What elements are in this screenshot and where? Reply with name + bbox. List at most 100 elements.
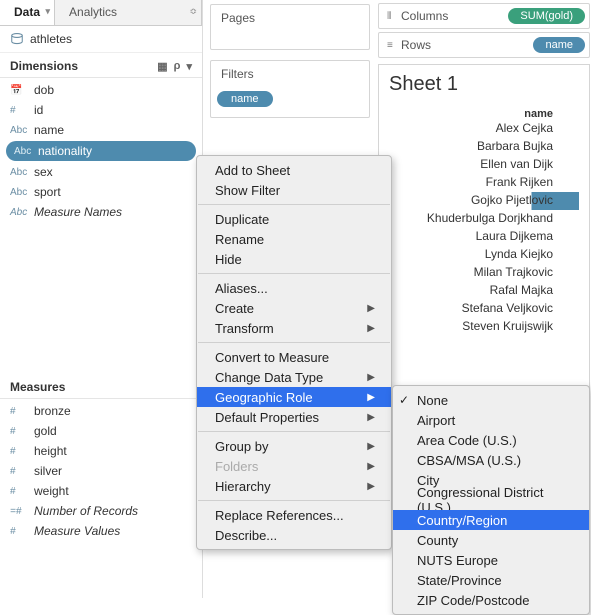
table-row[interactable]: Rafal Majka: [389, 282, 579, 300]
measure-height[interactable]: #height: [0, 441, 202, 461]
menu-describe[interactable]: Describe...: [197, 525, 391, 545]
submenu-arrow-icon: ▶: [367, 481, 375, 492]
table-row[interactable]: Laura Dijkema: [389, 228, 579, 246]
type-icon: Abc: [10, 187, 28, 198]
menu-icon[interactable]: ▾: [186, 60, 192, 73]
submenu-arrow-icon: ▶: [367, 441, 375, 452]
menu-add-to-sheet[interactable]: Add to Sheet: [197, 160, 391, 180]
menu-hide[interactable]: Hide: [197, 249, 391, 269]
pane-tabs: Data▾ Analytics≎: [0, 0, 202, 26]
geographic-role-submenu: ✓NoneAirportArea Code (U.S.)CBSA/MSA (U.…: [392, 385, 590, 615]
measure-gold[interactable]: #gold: [0, 421, 202, 441]
table-row[interactable]: Frank Rijken: [389, 174, 579, 192]
table-row[interactable]: Barbara Bujka: [389, 138, 579, 156]
cards-column: Pages Filters name: [210, 0, 370, 128]
geo-area-code-u-s[interactable]: Area Code (U.S.): [393, 430, 589, 450]
measure-silver[interactable]: #silver: [0, 461, 202, 481]
filter-pill-name[interactable]: name: [217, 91, 273, 107]
field-context-menu: Add to SheetShow FilterDuplicateRenameHi…: [196, 155, 392, 550]
datasource-row[interactable]: athletes: [0, 26, 202, 53]
measure-number-of-records[interactable]: =#Number of Records: [0, 501, 202, 521]
type-icon: 📅: [10, 85, 28, 96]
menu-default-properties[interactable]: Default Properties▶: [197, 407, 391, 427]
menu-aliases[interactable]: Aliases...: [197, 278, 391, 298]
measure-weight[interactable]: #weight: [0, 481, 202, 501]
menu-transform[interactable]: Transform▶: [197, 318, 391, 338]
geo-cbsa-msa-u-s[interactable]: CBSA/MSA (U.S.): [393, 450, 589, 470]
submenu-arrow-icon: ▶: [367, 461, 375, 472]
columns-icon: ⦀: [387, 11, 397, 22]
table-row[interactable]: Ellen van Dijk: [389, 156, 579, 174]
dimension-sex[interactable]: Abcsex: [0, 162, 202, 182]
rows-icon: ≡: [387, 40, 397, 51]
rows-pill[interactable]: name: [533, 37, 585, 53]
menu-replace-references[interactable]: Replace References...: [197, 505, 391, 525]
menu-rename[interactable]: Rename: [197, 229, 391, 249]
dimension-nationality[interactable]: Abcnationality: [6, 141, 196, 161]
data-pane: Data▾ Analytics≎ athletes Dimensions ▦ ρ…: [0, 0, 203, 598]
type-icon: #: [10, 105, 28, 116]
menu-create[interactable]: Create▶: [197, 298, 391, 318]
measure-measure-values[interactable]: #Measure Values: [0, 521, 202, 541]
menu-change-data-type[interactable]: Change Data Type▶: [197, 367, 391, 387]
geo-nuts-europe[interactable]: NUTS Europe: [393, 550, 589, 570]
search-icon[interactable]: ρ: [174, 60, 181, 73]
measures-list: #bronze#gold#height#silver#weight=#Numbe…: [0, 399, 202, 543]
geo-congressional-district-u-s[interactable]: Congressional District (U.S.): [393, 490, 589, 510]
table-row[interactable]: Milan Trajkovic: [389, 264, 579, 282]
submenu-arrow-icon: ▶: [367, 412, 375, 423]
dimension-sport[interactable]: Abcsport: [0, 182, 202, 202]
rows-shelf[interactable]: ≡Rows name: [378, 32, 590, 58]
dimension-id[interactable]: #id: [0, 100, 202, 120]
menu-geographic-role[interactable]: Geographic Role▶: [197, 387, 391, 407]
type-icon: #: [10, 486, 28, 497]
type-icon: #: [10, 466, 28, 477]
menu-convert-to-measure[interactable]: Convert to Measure: [197, 347, 391, 367]
table-row[interactable]: Alex Cejka: [389, 120, 579, 138]
dimension-dob[interactable]: 📅dob: [0, 80, 202, 100]
table-row[interactable]: Lynda Kiejko: [389, 246, 579, 264]
datasource-icon: [10, 32, 24, 46]
table-row[interactable]: Stefana Veljkovic: [389, 300, 579, 318]
datasource-name: athletes: [30, 32, 72, 46]
column-header: name: [389, 108, 579, 120]
view-grid-icon[interactable]: ▦: [157, 60, 167, 73]
check-icon: ✓: [399, 393, 409, 407]
tab-analytics[interactable]: Analytics≎: [55, 0, 202, 25]
submenu-arrow-icon: ▶: [367, 323, 375, 334]
type-icon: #: [10, 526, 28, 537]
tab-data[interactable]: Data▾: [0, 0, 55, 25]
pages-shelf[interactable]: Pages: [210, 4, 370, 50]
type-icon: =#: [10, 506, 28, 517]
measures-header: Measures: [0, 374, 202, 399]
filters-shelf[interactable]: Filters name: [210, 60, 370, 118]
dimension-measure-names[interactable]: AbcMeasure Names: [0, 202, 202, 222]
dimensions-list: 📅dob#idAbcnameAbcnationalityAbcsexAbcspo…: [0, 78, 202, 224]
geo-country-region[interactable]: Country/Region: [393, 510, 589, 530]
type-icon: Abc: [10, 167, 28, 178]
measure-bronze[interactable]: #bronze: [0, 401, 202, 421]
menu-hierarchy[interactable]: Hierarchy▶: [197, 476, 391, 496]
type-icon: #: [10, 406, 28, 417]
submenu-arrow-icon: ▶: [367, 372, 375, 383]
geo-airport[interactable]: Airport: [393, 410, 589, 430]
table-row[interactable]: Khuderbulga Dorjkhand: [389, 210, 579, 228]
sheet-title[interactable]: Sheet 1: [389, 73, 579, 96]
geo-county[interactable]: County: [393, 530, 589, 550]
dimensions-header: Dimensions ▦ ρ ▾: [0, 53, 202, 78]
type-icon: Abc: [10, 207, 28, 218]
columns-shelf[interactable]: ⦀Columns SUM(gold): [378, 3, 590, 29]
type-icon: Abc: [10, 125, 28, 136]
type-icon: #: [10, 426, 28, 437]
menu-show-filter[interactable]: Show Filter: [197, 180, 391, 200]
table-row[interactable]: Gojko Pijetlovic: [389, 192, 579, 210]
menu-folders: Folders▶: [197, 456, 391, 476]
columns-pill[interactable]: SUM(gold): [508, 8, 585, 24]
menu-duplicate[interactable]: Duplicate: [197, 209, 391, 229]
geo-none[interactable]: ✓None: [393, 390, 589, 410]
dimension-name[interactable]: Abcname: [0, 120, 202, 140]
menu-group-by[interactable]: Group by▶: [197, 436, 391, 456]
geo-zip-code-postcode[interactable]: ZIP Code/Postcode: [393, 590, 589, 610]
geo-state-province[interactable]: State/Province: [393, 570, 589, 590]
table-row[interactable]: Steven Kruijswijk: [389, 318, 579, 336]
